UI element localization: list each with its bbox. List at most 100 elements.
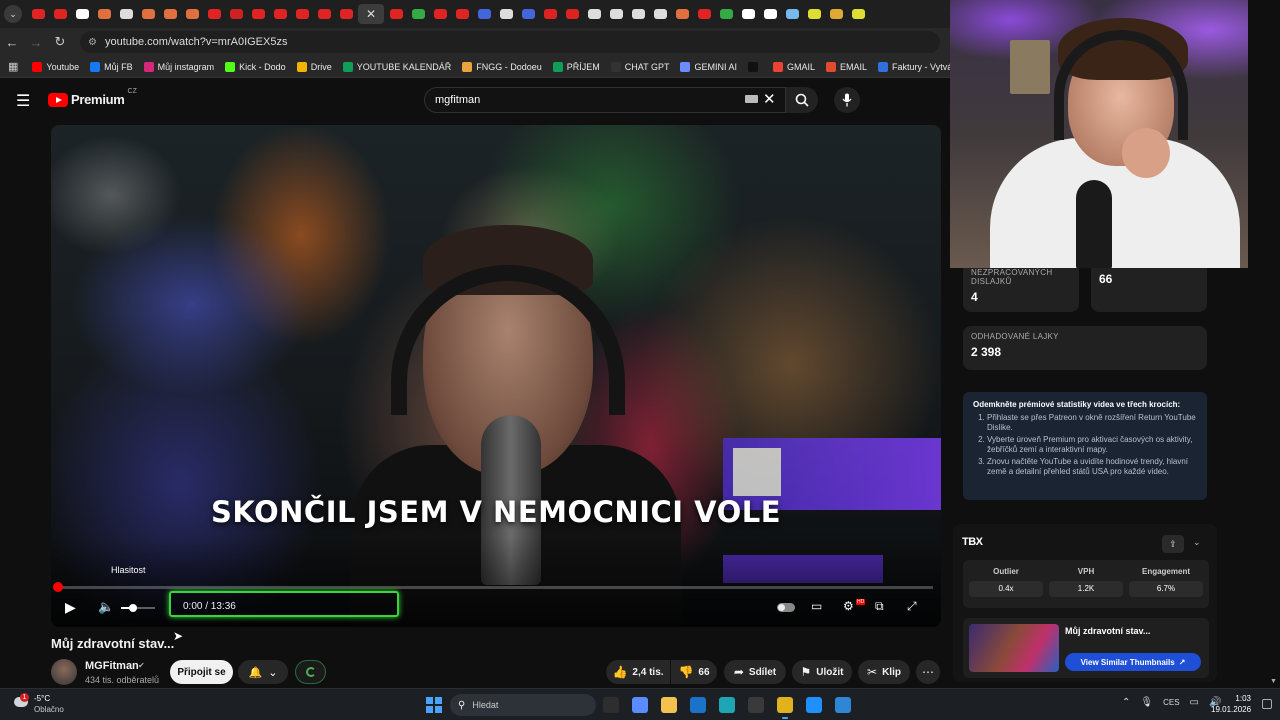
browser-tab[interactable] (826, 4, 846, 24)
browser-tab[interactable] (804, 4, 824, 24)
volume-icon[interactable]: 🔈 (98, 599, 114, 615)
keyboard-icon[interactable] (745, 95, 758, 103)
clear-search-icon[interactable]: ✕ (763, 90, 776, 108)
subtitles-icon[interactable]: ▭ (811, 599, 822, 613)
autoplay-toggle[interactable] (777, 603, 795, 612)
youtube-premium-logo[interactable]: Premium CZ (48, 88, 137, 107)
browser-tab[interactable] (28, 4, 48, 24)
forward-button[interactable]: → (24, 35, 48, 50)
active-tab[interactable]: ✕ (358, 4, 384, 24)
chevron-down-icon[interactable]: ⌄ (1193, 537, 1201, 548)
bookmark-item[interactable]: PŘÍJEM (552, 61, 600, 72)
address-bar[interactable]: ⚙ youtube.com/watch?v=mrA0IGEX5zs (80, 31, 940, 53)
clip-button[interactable]: ✂ Klip (858, 660, 910, 684)
settings-gear-icon[interactable]: ⚙ (843, 599, 854, 613)
browser-tab[interactable] (430, 4, 450, 24)
bookmark-item[interactable]: CHAT GPT (610, 61, 669, 72)
volume-knob[interactable] (129, 604, 137, 612)
browser-tab[interactable] (760, 4, 780, 24)
browser-tab[interactable] (248, 4, 268, 24)
browser-tab[interactable] (562, 4, 582, 24)
reload-button[interactable]: ↻ (48, 34, 72, 50)
browser-tab[interactable] (336, 4, 356, 24)
fullscreen-icon[interactable]: ⤢ (907, 599, 917, 614)
browser-tab[interactable] (518, 4, 538, 24)
close-tab-icon[interactable]: ✕ (366, 7, 376, 21)
bookmark-item[interactable]: Můj instagram (143, 61, 214, 72)
browser-tab[interactable] (94, 4, 114, 24)
browser-tab[interactable] (270, 4, 290, 24)
join-button[interactable]: Připojit se (170, 660, 233, 684)
browser-tab[interactable] (314, 4, 334, 24)
copilot-icon[interactable] (632, 697, 648, 713)
browser-tab[interactable] (116, 4, 136, 24)
voice-search-button[interactable] (834, 87, 860, 113)
browser-tab[interactable] (672, 4, 692, 24)
file-explorer-icon[interactable] (661, 697, 677, 713)
bookmark-item[interactable]: Můj FB (90, 61, 133, 72)
channel-avatar[interactable] (51, 659, 77, 685)
scroll-down-arrow[interactable]: ▼ (1270, 678, 1277, 685)
more-actions-button[interactable]: ⋯ (916, 660, 940, 684)
notifications-icon[interactable] (1262, 699, 1272, 709)
video-player[interactable]: SKONČIL JSEM V NEMOCNICI VOLE Hlasitost … (51, 125, 941, 627)
bookmark-item[interactable]: YOUTUBE KALENDÁŘ (342, 61, 451, 72)
browser-tab[interactable] (408, 4, 428, 24)
browser-tab[interactable] (694, 4, 714, 24)
subscribed-bell-button[interactable]: 🔔 ⌄ (238, 660, 288, 684)
dislike-button[interactable]: 👎 66 (671, 660, 717, 684)
miniplayer-icon[interactable]: ⧉ (875, 599, 884, 614)
export-button[interactable]: ⇪ (1162, 535, 1184, 553)
browser-tab[interactable] (226, 4, 246, 24)
clock[interactable]: 1:03 19.01.2026 (1211, 693, 1251, 715)
share-button[interactable]: ➦ Sdílet (724, 660, 786, 684)
network-icon[interactable]: ▭ (1190, 697, 1199, 708)
browser-tab[interactable] (182, 4, 202, 24)
edge-icon[interactable] (719, 697, 735, 713)
bookmark-item[interactable]: FNGG - Dodoeu (462, 61, 542, 72)
progress-bar[interactable] (57, 586, 933, 589)
language-indicator[interactable]: CES (1163, 698, 1179, 707)
bookmark-item[interactable]: Youtube (32, 61, 79, 72)
outlook-icon[interactable] (690, 697, 706, 713)
video-thumbnail[interactable] (969, 624, 1059, 672)
chevron-up-icon[interactable]: ⌃ (1122, 697, 1130, 708)
bookmark-item[interactable]: Faktury - Vytváření (878, 61, 950, 72)
channel-name[interactable]: MGFitman (85, 660, 139, 672)
view-similar-thumbnails-button[interactable]: View Similar Thumbnails ↗ (1065, 653, 1201, 671)
browser-tab[interactable] (452, 4, 472, 24)
browser-tab[interactable] (474, 4, 494, 24)
browser-tab[interactable] (584, 4, 604, 24)
extension-loading-button[interactable] (295, 660, 326, 684)
task-view-icon[interactable] (603, 697, 619, 713)
tab-search-button[interactable]: ⌄ (4, 5, 22, 23)
progress-scrubber[interactable] (53, 582, 63, 592)
save-button[interactable]: ⚑ Uložit (792, 660, 852, 684)
paint-icon[interactable] (835, 697, 851, 713)
taskbar-search[interactable]: ⚲ Hledat (450, 694, 596, 716)
bookmark-item[interactable]: GMAIL (772, 61, 815, 72)
bookmark-item[interactable] (747, 61, 762, 72)
browser-tab[interactable] (540, 4, 560, 24)
windows-start-icon[interactable] (426, 697, 442, 713)
browser-tab[interactable] (606, 4, 626, 24)
browser-tab[interactable] (138, 4, 158, 24)
browser-tab[interactable] (738, 4, 758, 24)
like-button[interactable]: 👍 2,4 tis. (606, 660, 670, 684)
browser-tab[interactable] (292, 4, 312, 24)
browser-tab[interactable] (204, 4, 224, 24)
browser-tab[interactable] (50, 4, 70, 24)
browser-tab[interactable] (496, 4, 516, 24)
search-input[interactable]: mgfitman (424, 87, 786, 113)
ms-store-icon[interactable] (806, 697, 822, 713)
browser-tab[interactable] (716, 4, 736, 24)
browser-tab[interactable] (72, 4, 92, 24)
chrome-icon[interactable] (777, 697, 793, 719)
browser-tab[interactable] (386, 4, 406, 24)
browser-tab[interactable] (848, 4, 868, 24)
bookmark-item[interactable]: Kick - Dodo (225, 61, 286, 72)
browser-tab[interactable] (650, 4, 670, 24)
hamburger-menu-icon[interactable]: ☰ (16, 91, 30, 111)
browser-tab[interactable] (160, 4, 180, 24)
microphone-icon[interactable]: 🎙 (1140, 697, 1153, 708)
